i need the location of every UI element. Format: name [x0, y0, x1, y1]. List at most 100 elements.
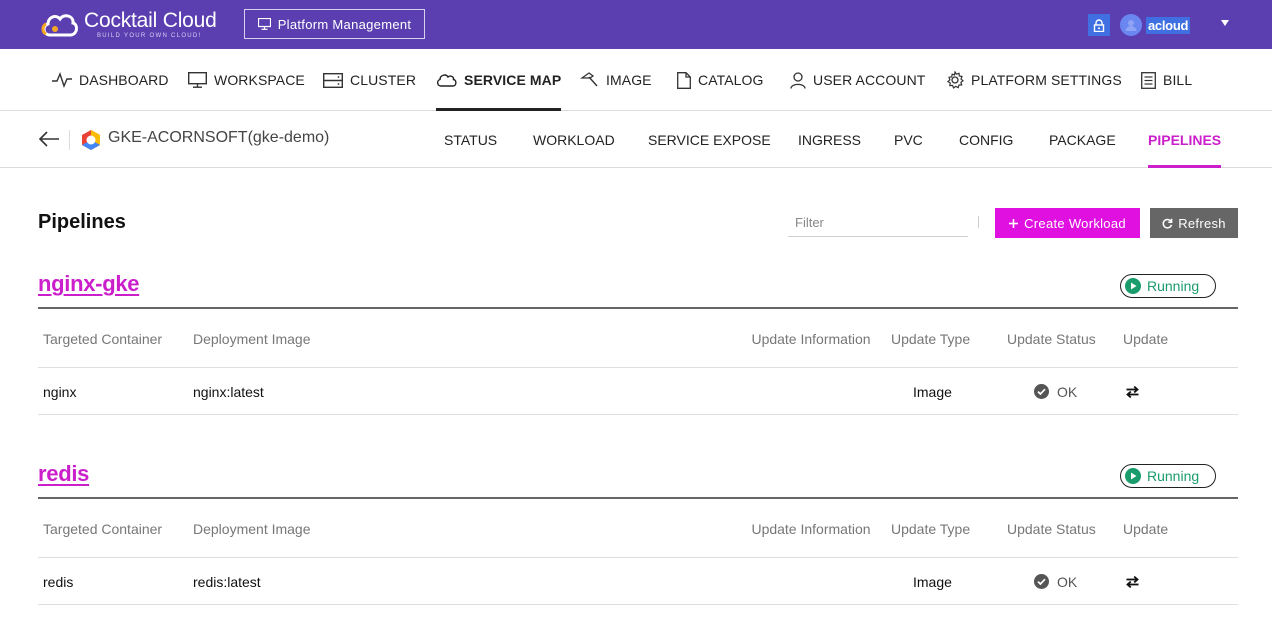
brand-logo[interactable]: Cocktail Cloud BUILD YOUR OWN CLOUD! [40, 8, 230, 42]
main-nav: DASHBOARD WORKSPACE CLUSTER SERVICE MAP … [0, 49, 1272, 111]
cell-update-status: OK [1034, 558, 1077, 605]
col-update: Update [1123, 330, 1169, 347]
col-update-information: Update Information [751, 520, 871, 537]
status-text: Running [1147, 278, 1200, 294]
table-header: Targeted Container Deployment Image Upda… [38, 499, 1238, 558]
status-badge: Running [1120, 274, 1216, 298]
col-update-type: Update Type [891, 330, 971, 347]
nav-catalog[interactable]: CATALOG [677, 49, 764, 111]
col-update: Update [1123, 520, 1169, 537]
update-action-button[interactable] [1126, 368, 1139, 415]
pipeline-name-link[interactable]: redis [38, 461, 89, 487]
tab-status[interactable]: STATUS [444, 111, 497, 168]
cloud-icon [436, 74, 457, 87]
tab-pipelines[interactable]: PIPELINES [1148, 111, 1222, 168]
check-circle-icon [1034, 574, 1049, 589]
nav-image[interactable]: IMAGE [580, 49, 652, 111]
check-circle-icon [1034, 384, 1049, 399]
nav-cluster-label: CLUSTER [350, 72, 417, 88]
divider [978, 216, 979, 228]
cell-image: redis:latest [193, 573, 261, 590]
col-update-status: Update Status [1007, 330, 1096, 347]
create-workload-button[interactable]: Create Workload [995, 208, 1140, 238]
nav-bill[interactable]: BILL [1141, 49, 1192, 111]
col-targeted-container: Targeted Container [43, 330, 163, 347]
tab-ingress[interactable]: INGRESS [798, 111, 861, 168]
nav-bill-label: BILL [1163, 72, 1193, 88]
nav-workspace-label: WORKSPACE [214, 72, 305, 88]
monitor-icon [188, 72, 207, 88]
col-update-information: Update Information [751, 330, 871, 347]
platform-management-button[interactable]: Platform Management [244, 9, 425, 39]
play-circle-icon [1125, 278, 1141, 294]
brand-tagline: BUILD YOUR OWN CLOUD! [97, 33, 202, 39]
tab-service-expose[interactable]: SERVICE EXPOSE [648, 111, 771, 168]
nav-platform-settings-label: PLATFORM SETTINGS [971, 72, 1122, 88]
cell-update-type: Image [913, 383, 952, 400]
cell-container: redis [43, 573, 74, 590]
username[interactable]: acloud [1146, 16, 1191, 34]
top-bar: Cocktail Cloud BUILD YOUR OWN CLOUD! Pla… [0, 0, 1272, 49]
tab-package[interactable]: PACKAGE [1049, 111, 1116, 168]
page-title: Pipelines [38, 211, 126, 233]
status-ok-text: OK [1057, 383, 1078, 400]
update-action-button[interactable] [1126, 558, 1139, 605]
tab-config[interactable]: CONFIG [959, 111, 1013, 168]
status-ok-text: OK [1057, 573, 1078, 590]
cocktail-logo-icon [41, 14, 78, 37]
col-deployment-image: Deployment Image [193, 520, 311, 537]
col-deployment-image: Deployment Image [193, 330, 311, 347]
play-circle-icon [1125, 468, 1141, 484]
nav-catalog-label: CATALOG [698, 72, 764, 88]
cell-container: nginx [43, 383, 77, 400]
user-menu[interactable]: acloud [1088, 13, 1191, 37]
nav-service-map-label: SERVICE MAP [464, 72, 562, 88]
chevron-down-icon[interactable] [1221, 20, 1229, 26]
cell-update-type: Image [913, 573, 952, 590]
table-row: redis redis:latest Image OK [38, 558, 1238, 605]
monitor-icon [257, 18, 271, 30]
create-workload-label: Create Workload [1024, 215, 1126, 231]
cell-update-status: OK [1034, 368, 1077, 415]
pipeline-section: redis Running Targeted Container Deploym… [38, 461, 1238, 611]
nav-dashboard-label: DASHBOARD [79, 72, 169, 88]
user-icon [790, 71, 806, 89]
pulse-icon [52, 72, 72, 88]
pipeline-name-link[interactable]: nginx-gke [38, 271, 140, 297]
swap-arrows-icon [1126, 385, 1139, 398]
status-badge: Running [1120, 464, 1216, 488]
refresh-icon [1162, 218, 1173, 229]
nav-user-account-label: USER ACCOUNT [813, 72, 926, 88]
gcp-hexagon-icon [82, 130, 100, 150]
cell-image: nginx:latest [193, 383, 264, 400]
receipt-icon [1141, 71, 1156, 89]
nav-user-account[interactable]: USER ACCOUNT [790, 49, 925, 111]
nav-dashboard[interactable]: DASHBOARD [52, 49, 169, 111]
lock-icon[interactable] [1088, 14, 1110, 36]
refresh-button[interactable]: Refresh [1150, 208, 1238, 238]
nav-platform-settings[interactable]: PLATFORM SETTINGS [946, 49, 1122, 111]
col-targeted-container: Targeted Container [43, 520, 163, 537]
swap-arrows-icon [1126, 575, 1139, 588]
pipeline-section: nginx-gke Running Targeted Container Dep… [38, 271, 1238, 421]
tab-pvc[interactable]: PVC [894, 111, 923, 168]
nav-image-label: IMAGE [606, 72, 652, 88]
back-arrow-icon[interactable] [38, 130, 60, 148]
nav-cluster[interactable]: CLUSTER [323, 49, 416, 111]
col-update-status: Update Status [1007, 520, 1096, 537]
gear-icon [946, 71, 964, 89]
status-text: Running [1147, 468, 1200, 484]
avatar[interactable] [1120, 14, 1142, 36]
filter-input[interactable] [788, 209, 968, 237]
brand-name: Cocktail Cloud [84, 9, 217, 32]
table-header: Targeted Container Deployment Image Upda… [38, 309, 1238, 368]
col-update-type: Update Type [891, 520, 971, 537]
nav-workspace[interactable]: WORKSPACE [188, 49, 305, 111]
table-row: nginx nginx:latest Image OK [38, 368, 1238, 415]
server-icon [323, 72, 343, 88]
cluster-name: GKE-ACORNSOFT(gke-demo) [108, 129, 330, 146]
tab-workload[interactable]: WORKLOAD [533, 111, 615, 168]
hammer-icon [580, 72, 598, 87]
document-icon [677, 71, 691, 89]
nav-service-map[interactable]: SERVICE MAP [436, 49, 562, 111]
